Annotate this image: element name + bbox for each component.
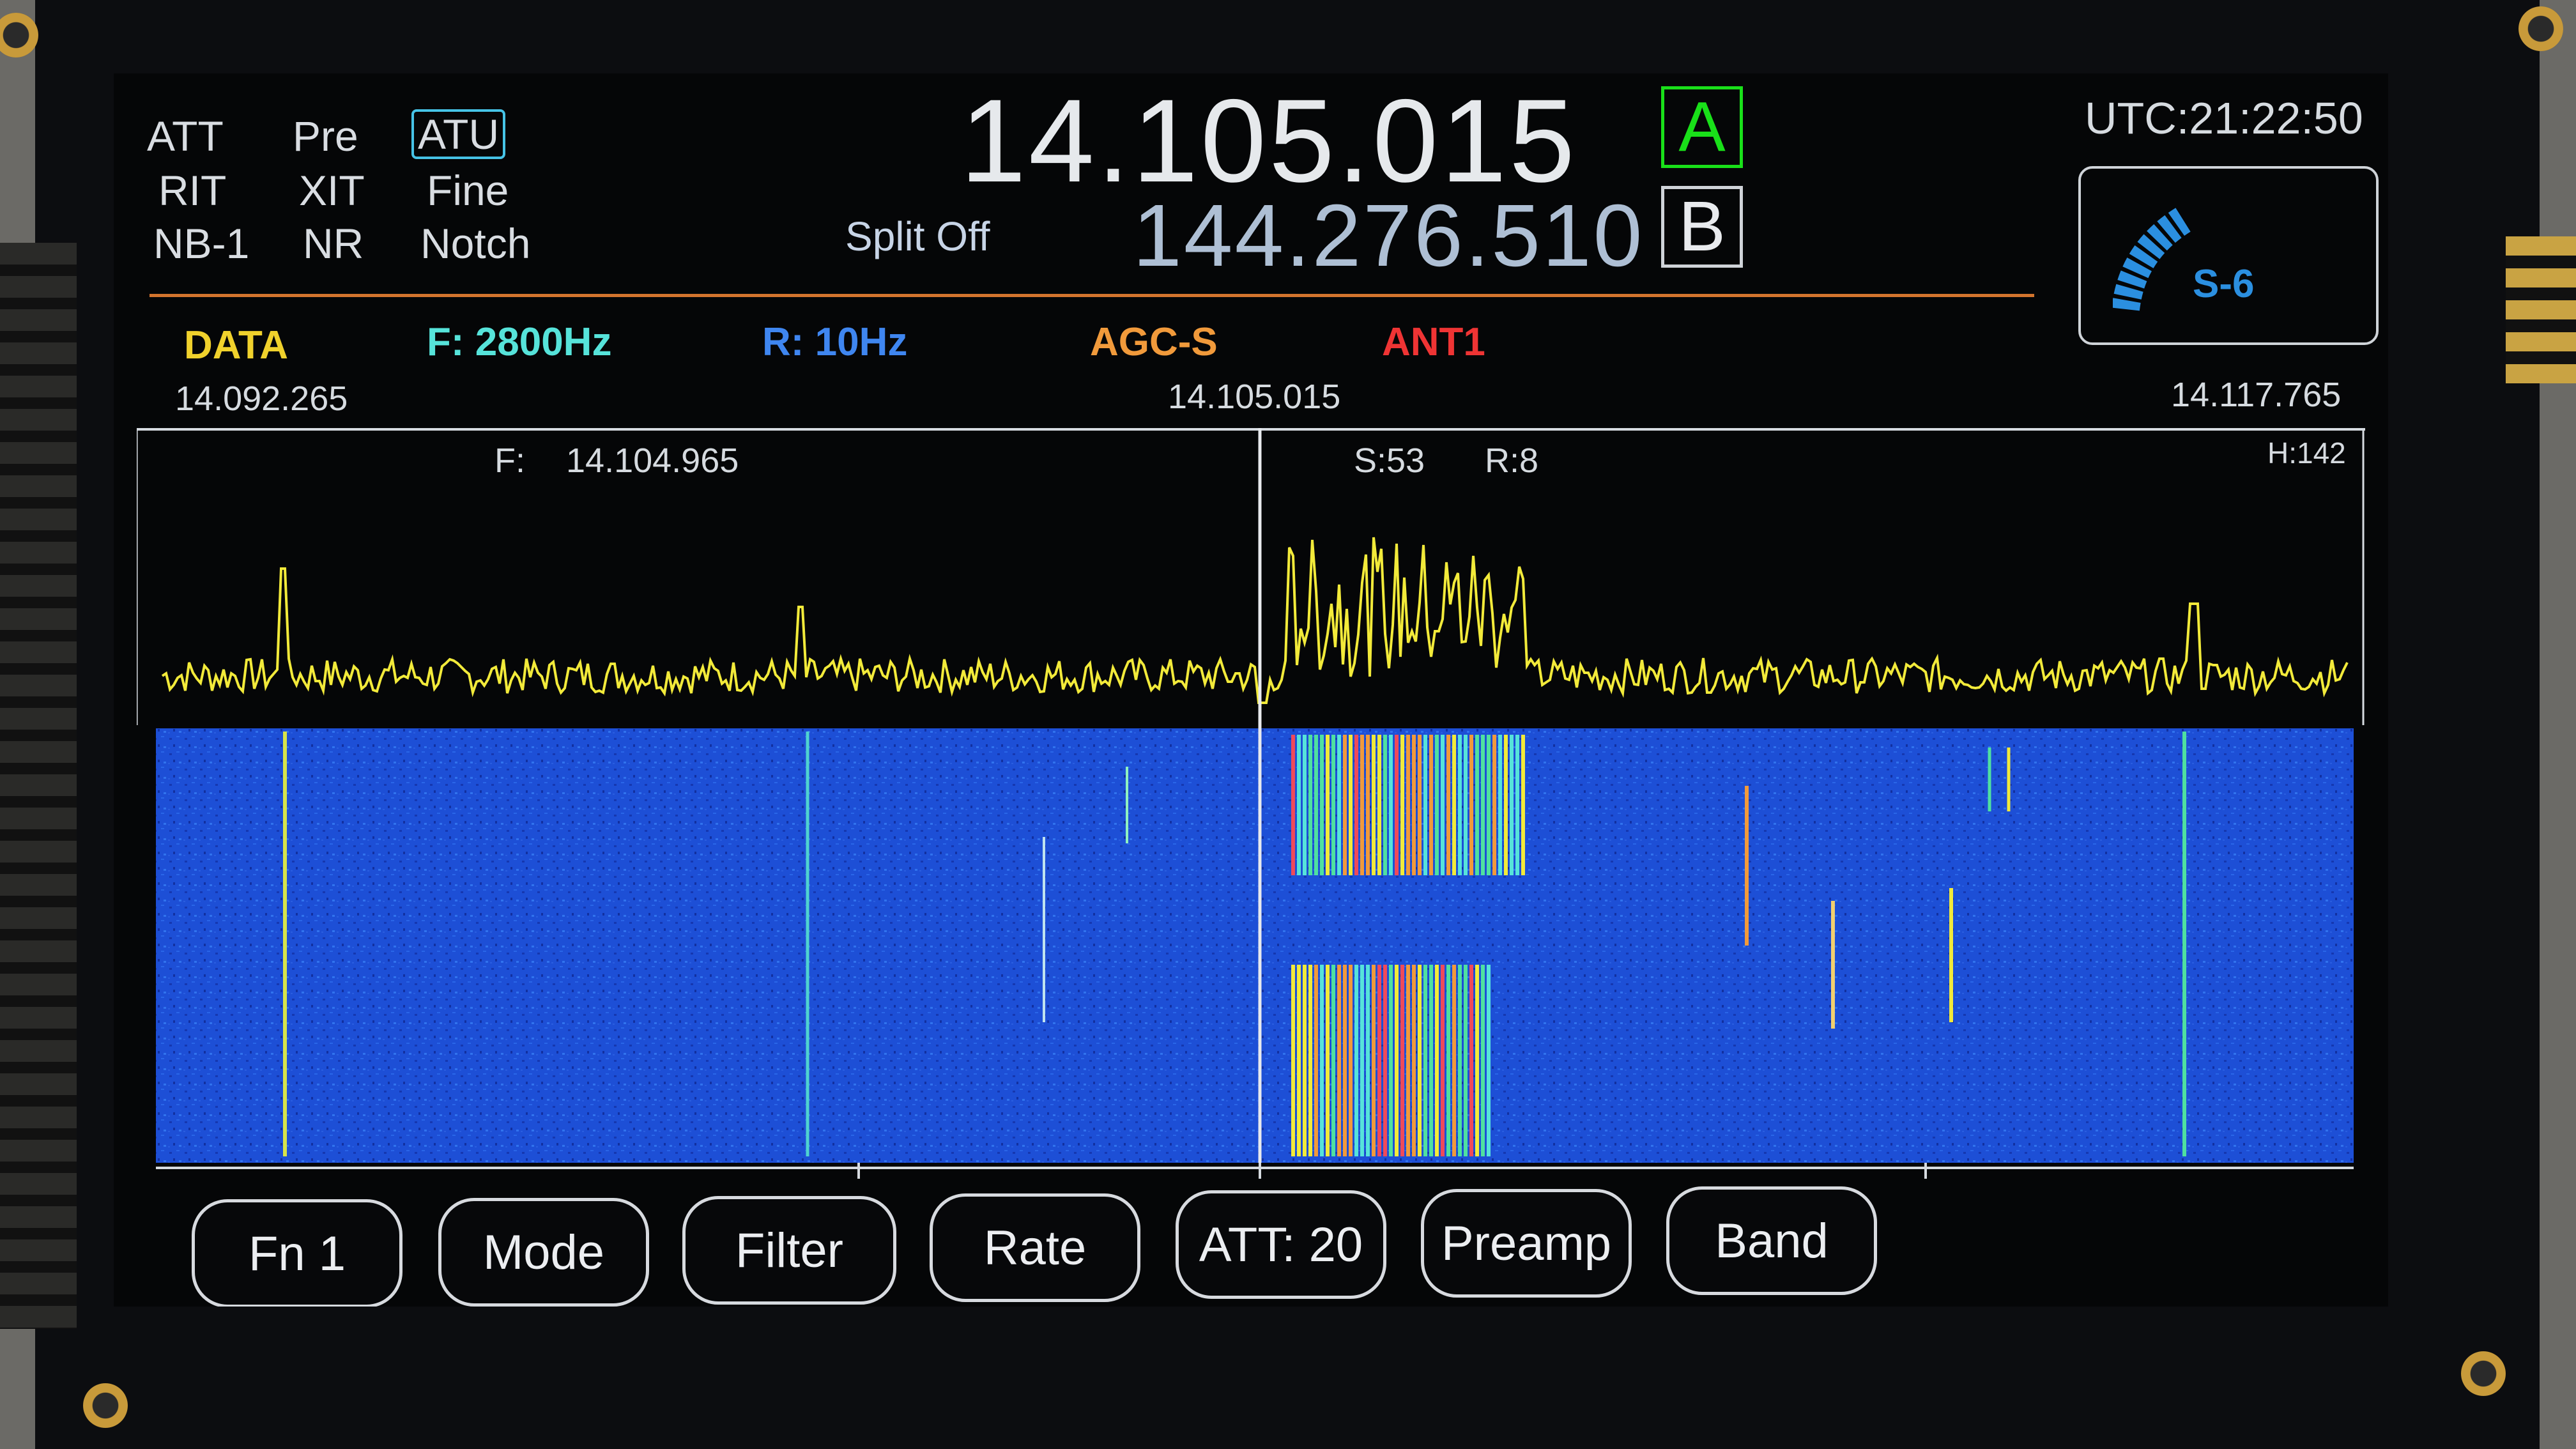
filter-button[interactable]: Filter	[682, 1196, 896, 1305]
att-button[interactable]: ATT: 20	[1176, 1190, 1386, 1299]
pcb-header-left	[0, 243, 77, 1329]
vfo-a-badge[interactable]: A	[1661, 86, 1743, 168]
mount-screw	[2518, 6, 2563, 51]
spectrum-waterfall-graphic[interactable]	[135, 422, 2365, 1182]
mount-screw	[0, 13, 38, 57]
filter-status[interactable]: F: 2800Hz	[427, 319, 611, 365]
mode-button[interactable]: Mode	[438, 1198, 649, 1307]
mode-status[interactable]: DATA	[184, 323, 288, 368]
spectrum-trace	[161, 537, 2349, 704]
radio-display: ATT Pre ATU RIT XIT Fine NB-1 NR Notch 1…	[114, 73, 2388, 1307]
signal-strength: S:53	[1354, 441, 1425, 480]
antenna-status[interactable]: ANT1	[1382, 319, 1485, 365]
scale-right-label: 14.117.765	[2171, 376, 2342, 414]
split-status[interactable]: Split Off	[845, 213, 990, 260]
pcb-header-right	[2506, 236, 2576, 383]
header-divider	[150, 294, 2034, 297]
agc-status[interactable]: AGC-S	[1090, 319, 1218, 365]
rst-readout: R:8	[1485, 441, 1539, 480]
spectrum-panel[interactable]: F: 14.104.965 S:53 R:8 H:142	[135, 422, 2365, 1182]
indicator-att[interactable]: ATT	[147, 112, 224, 160]
rate-button[interactable]: Rate	[930, 1193, 1140, 1302]
scale-center-label: 14.105.015	[1168, 378, 1341, 416]
s-meter-reading: S-6	[2193, 262, 2255, 306]
indicator-notch[interactable]: Notch	[420, 219, 530, 268]
spectrum-height: H:142	[2267, 436, 2346, 470]
cursor-freq-label: F:	[494, 441, 525, 480]
s-meter: S-6	[2078, 166, 2379, 345]
indicator-xit[interactable]: XIT	[299, 166, 365, 215]
band-button[interactable]: Band	[1666, 1186, 1877, 1295]
indicator-atu[interactable]: ATU	[411, 109, 506, 159]
mount-screw	[2461, 1351, 2506, 1396]
indicator-pre[interactable]: Pre	[293, 112, 358, 160]
s-meter-arc-icon	[2113, 208, 2191, 311]
fn1-button[interactable]: Fn 1	[192, 1199, 402, 1307]
cursor-frequency: 14.104.965	[566, 441, 739, 480]
indicator-rit[interactable]: RIT	[158, 166, 226, 215]
rate-status[interactable]: R: 10Hz	[762, 319, 907, 365]
vfo-b-badge[interactable]: B	[1661, 186, 1743, 268]
indicator-nb[interactable]: NB-1	[153, 219, 249, 268]
mount-screw	[83, 1383, 128, 1428]
preamp-button[interactable]: Preamp	[1421, 1189, 1632, 1298]
utc-clock: UTC:21:22:50	[2085, 93, 2363, 143]
indicator-nr[interactable]: NR	[303, 219, 364, 268]
vfo-b-frequency[interactable]: 144.276.510	[1133, 185, 1644, 287]
indicator-fine[interactable]: Fine	[427, 166, 509, 215]
scale-left-label: 14.092.265	[175, 379, 348, 418]
